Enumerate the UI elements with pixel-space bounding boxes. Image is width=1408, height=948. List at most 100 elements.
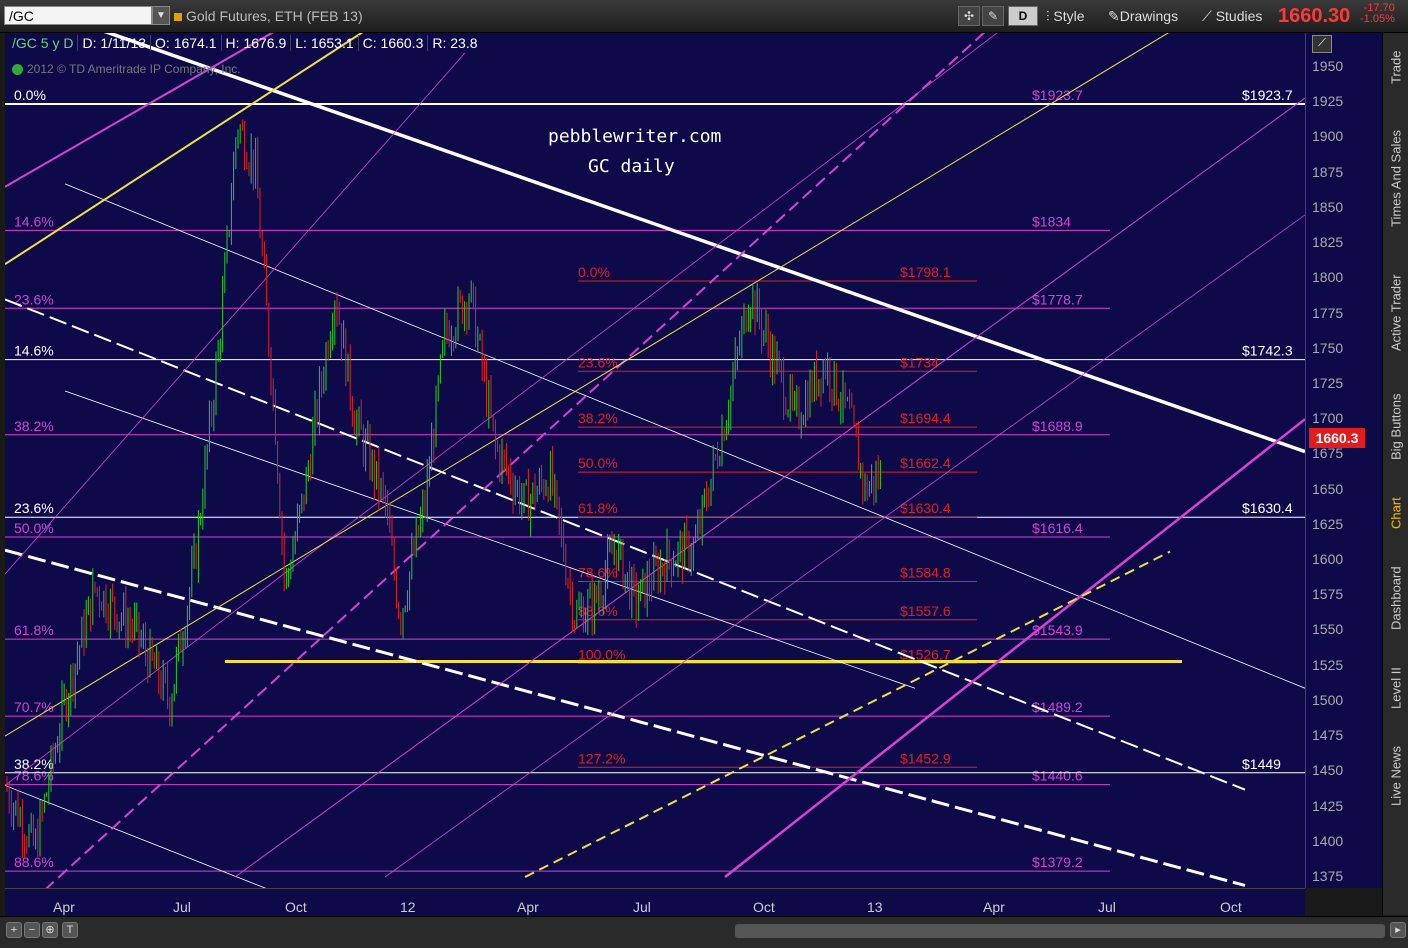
info-open: O: 1674.1 xyxy=(150,35,221,51)
zoom-out-icon[interactable]: − xyxy=(24,922,40,938)
symbol-input[interactable]: /GC xyxy=(4,6,152,25)
fib-label-white-right: $1742.3 xyxy=(1242,343,1293,359)
fit-icon[interactable]: ⊕ xyxy=(42,922,58,938)
time-tick-label: Oct xyxy=(285,899,307,915)
time-tick-label: 13 xyxy=(867,899,883,915)
channel-bottom-white xyxy=(5,548,1246,887)
instrument-description: Gold Futures, ETH (FEB 13) xyxy=(174,8,363,24)
time-tick-label: Jul xyxy=(633,899,651,915)
drawing-tool-icon[interactable]: T xyxy=(62,922,78,938)
sidebar-tab-big-buttons[interactable]: Big Buttons xyxy=(1383,377,1408,477)
price-axis[interactable]: ⟋ 1950 1925 1900 1875 1850 1825 1800 1775 1750 17… xyxy=(1305,33,1383,888)
symbol-period[interactable]: /GC 5 y D xyxy=(8,35,77,51)
time-tick-label: Jul xyxy=(1098,899,1116,915)
channel-thin-white-3 xyxy=(5,785,267,888)
scroll-right-icon[interactable]: ▸ xyxy=(1390,922,1406,938)
info-range: R: 23.8 xyxy=(427,35,482,51)
price-tick-label: 1925 xyxy=(1312,93,1344,110)
fib-label-red-right: $1526.7 xyxy=(900,646,951,662)
change-pct: -1.05% xyxy=(1360,13,1395,25)
fib-label-magenta-left: 14.6% xyxy=(14,213,54,229)
fib-label-red-right: $1662.4 xyxy=(900,455,951,471)
description-text: Gold Futures, ETH (FEB 13) xyxy=(186,8,363,24)
price-tick-label: 1850 xyxy=(1312,198,1344,215)
fib-label-white-left: 23.6% xyxy=(14,500,54,516)
fib-label-red-right: $1798.1 xyxy=(900,264,951,280)
sidebar-tab-trade[interactable]: Trade xyxy=(1383,33,1408,101)
fib-label-magenta-left: 88.6% xyxy=(14,854,54,870)
sidebar-tab-level-ii[interactable]: Level II xyxy=(1383,653,1408,723)
price-tick-label: 1625 xyxy=(1312,515,1344,532)
time-tick-label: Apr xyxy=(517,899,539,915)
watermark-line1: pebblewriter.com xyxy=(548,126,722,147)
last-price: 1660.30 xyxy=(1278,5,1351,27)
fib-label-magenta-right: $1688.9 xyxy=(1032,418,1083,434)
time-tick-label: 12 xyxy=(400,899,416,915)
chart-scrollbar[interactable] xyxy=(735,924,1385,938)
fib-label-red-left: 38.2% xyxy=(578,410,618,426)
fib-label-red-right: $1694.4 xyxy=(900,410,951,426)
fib-label-red-left: 0.0% xyxy=(578,264,610,280)
ohlc-info-bar: /GC 5 y D D: 1/11/13 O: 1674.1 H: 1676.9 L: … xyxy=(8,33,482,53)
price-tick-label: 1775 xyxy=(1312,304,1344,321)
fib-label-magenta-left: 50.0% xyxy=(14,520,54,536)
fib-label-red-left: 23.6% xyxy=(578,354,618,370)
time-axis[interactable]: Apr Jul Oct 12 Apr Jul Oct 13 Apr Jul Oct xyxy=(5,888,1305,917)
price-tick-label: 1375 xyxy=(1312,868,1344,884)
copyright-text: 2012 © TD Ameritrade IP Company, Inc. xyxy=(27,62,241,76)
fib-label-red-right: $1630.4 xyxy=(900,500,951,516)
fib-label-white-left: 0.0% xyxy=(14,87,46,103)
drawings-icon: ✎ xyxy=(1108,8,1120,24)
fib-label-red-right: $1452.9 xyxy=(900,750,951,766)
fib-label-red-left: 100.0% xyxy=(578,646,625,662)
sidebar-tab-dashboard[interactable]: Dashboard xyxy=(1383,551,1408,646)
time-tick-label: Apr xyxy=(983,899,1005,915)
price-tick-label: 1525 xyxy=(1312,656,1344,673)
fib-label-magenta-left: 38.2% xyxy=(14,418,54,434)
watermark-line2: GC daily xyxy=(588,156,675,177)
drawings-button[interactable]: ✎Drawings xyxy=(1108,6,1178,26)
studies-button[interactable]: ⟋ Studies xyxy=(1202,6,1262,26)
fib-label-red-right: $1584.8 xyxy=(900,564,951,580)
fib-label-magenta-right: $1440.6 xyxy=(1032,768,1083,784)
price-tick-label: 1425 xyxy=(1312,797,1344,814)
zoom-in-icon[interactable]: + xyxy=(6,922,22,938)
aggregation-button[interactable]: D xyxy=(1008,6,1038,26)
fib-label-red-left: 61.8% xyxy=(578,500,618,516)
price-tick-label: 1600 xyxy=(1312,551,1344,568)
price-tick-label: 1500 xyxy=(1312,691,1344,708)
fib-label-white-right: $1449 xyxy=(1242,756,1281,772)
channel-magenta-dashed xyxy=(45,33,986,888)
price-tick-label: 1950 xyxy=(1312,58,1344,74)
time-tick-label: Oct xyxy=(1220,899,1242,915)
right-sidebar: Trade Times And Sales Active Trader Big … xyxy=(1382,33,1408,915)
sidebar-tab-times-and-sales[interactable]: Times And Sales xyxy=(1383,108,1408,248)
time-tick-label: Jul xyxy=(173,899,191,915)
wrench-icon[interactable]: ✎ xyxy=(982,6,1004,26)
alert-icon xyxy=(174,13,182,22)
studies-icon: ⟋ xyxy=(1202,8,1216,24)
sidebar-tab-active-trader[interactable]: Active Trader xyxy=(1383,255,1408,370)
price-tick-label: 1550 xyxy=(1312,621,1344,638)
style-button[interactable]: ⫶ Style xyxy=(1046,6,1085,26)
info-low: L: 1653.1 xyxy=(290,35,358,51)
price-tick-label: 1800 xyxy=(1312,269,1344,286)
price-tick-label: 1475 xyxy=(1312,727,1344,744)
drawings-label: Drawings xyxy=(1119,8,1179,24)
fib-label-red-right: $1557.6 xyxy=(900,603,951,619)
fib-label-magenta-right: $1489.2 xyxy=(1032,699,1083,715)
axis-settings-icon[interactable]: ⟋ xyxy=(1312,35,1332,53)
symbol-dropdown-icon[interactable]: ▼ xyxy=(152,6,170,25)
fib-label-red-left: 88.6% xyxy=(578,603,618,619)
channel-thin-white xyxy=(64,183,1305,689)
sidebar-tab-chart[interactable]: Chart xyxy=(1383,483,1408,543)
price-tick-label: 1725 xyxy=(1312,374,1344,391)
top-toolbar: /GC ▼ Gold Futures, ETH (FEB 13) ✣ ✎ D ⫶… xyxy=(0,0,1408,33)
time-tick-label: Apr xyxy=(53,899,75,915)
sidebar-tab-live-news[interactable]: Live News xyxy=(1383,730,1408,822)
fib-label-magenta-left: 61.8% xyxy=(14,622,54,638)
fib-label-red-right: $1734 xyxy=(900,354,939,370)
crosshair-icon[interactable]: ✣ xyxy=(958,6,980,26)
price-tick-label: 1450 xyxy=(1312,762,1344,779)
info-close: C: 1660.3 xyxy=(357,35,428,51)
